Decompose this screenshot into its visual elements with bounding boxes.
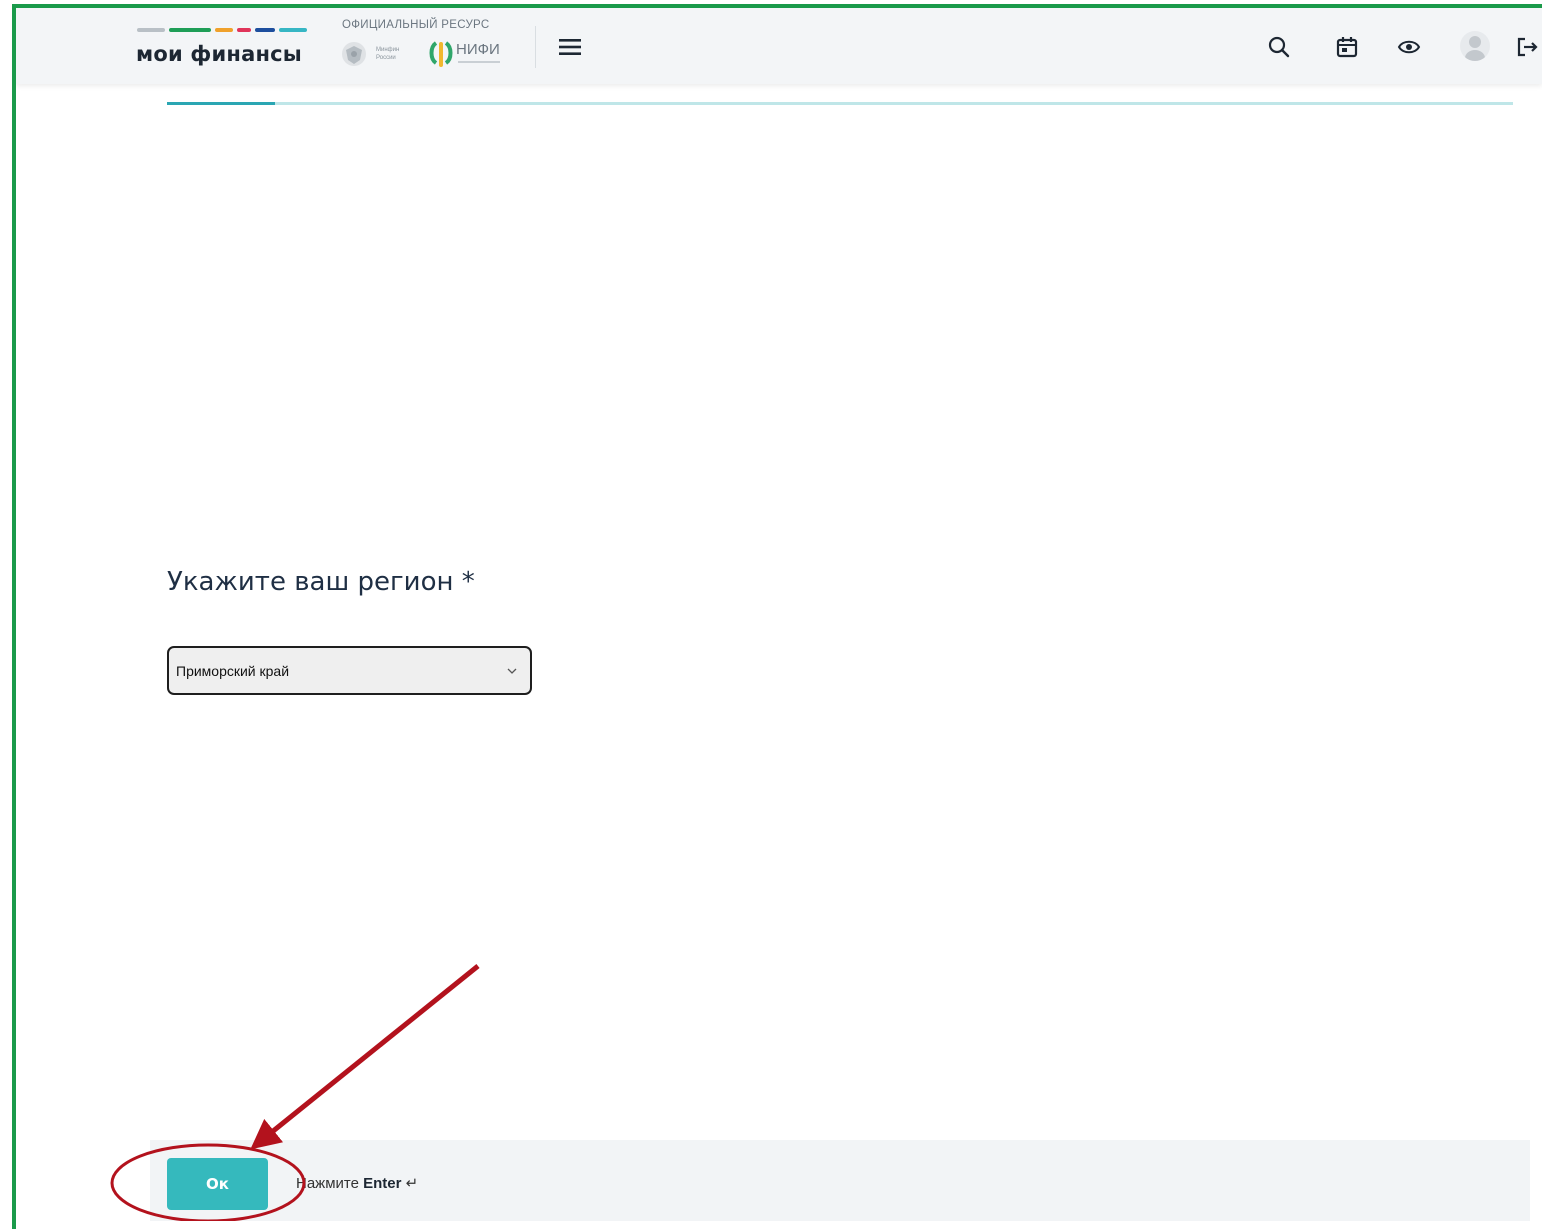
nifi-subtitle-line	[458, 61, 500, 63]
annotation-overlay	[110, 964, 480, 1221]
region-select-value: Приморский край	[176, 663, 290, 679]
menu-icon[interactable]	[557, 36, 583, 58]
ok-button[interactable]: Ок	[167, 1158, 268, 1210]
official-resource-label: ОФИЦИАЛЬНЫЙ РЕСУРС	[342, 19, 490, 31]
minfin-label: Минфин России	[376, 47, 400, 61]
emblem-icon	[342, 42, 366, 66]
enter-icon: ↵	[405, 1175, 419, 1192]
user-avatar-icon	[1465, 36, 1485, 61]
brand-logo[interactable]: мои финансы	[136, 42, 302, 66]
nifi-label: НИФИ	[456, 41, 500, 58]
brand-stripes	[137, 28, 307, 32]
question-title: Укажите ваш регион *	[167, 567, 475, 597]
window-frame	[12, 4, 1542, 1229]
hint-key: Enter	[363, 1175, 402, 1192]
hint-prefix: Нажмите	[296, 1175, 359, 1192]
avatar[interactable]	[1460, 31, 1490, 61]
logout-icon[interactable]	[1514, 34, 1540, 60]
enter-hint: Нажмите Enter ↵	[296, 1174, 418, 1192]
header-divider	[535, 26, 536, 68]
region-select[interactable]: Приморский край	[167, 646, 532, 695]
eye-icon[interactable]	[1396, 34, 1422, 60]
chevron-down-icon	[507, 668, 517, 674]
progress-bar	[167, 102, 1513, 105]
calendar-icon[interactable]	[1334, 34, 1360, 60]
annotation-arrow	[250, 964, 480, 1150]
nifi-logo-icon	[429, 41, 453, 67]
search-icon[interactable]	[1266, 34, 1292, 60]
progress-fill	[167, 102, 275, 105]
